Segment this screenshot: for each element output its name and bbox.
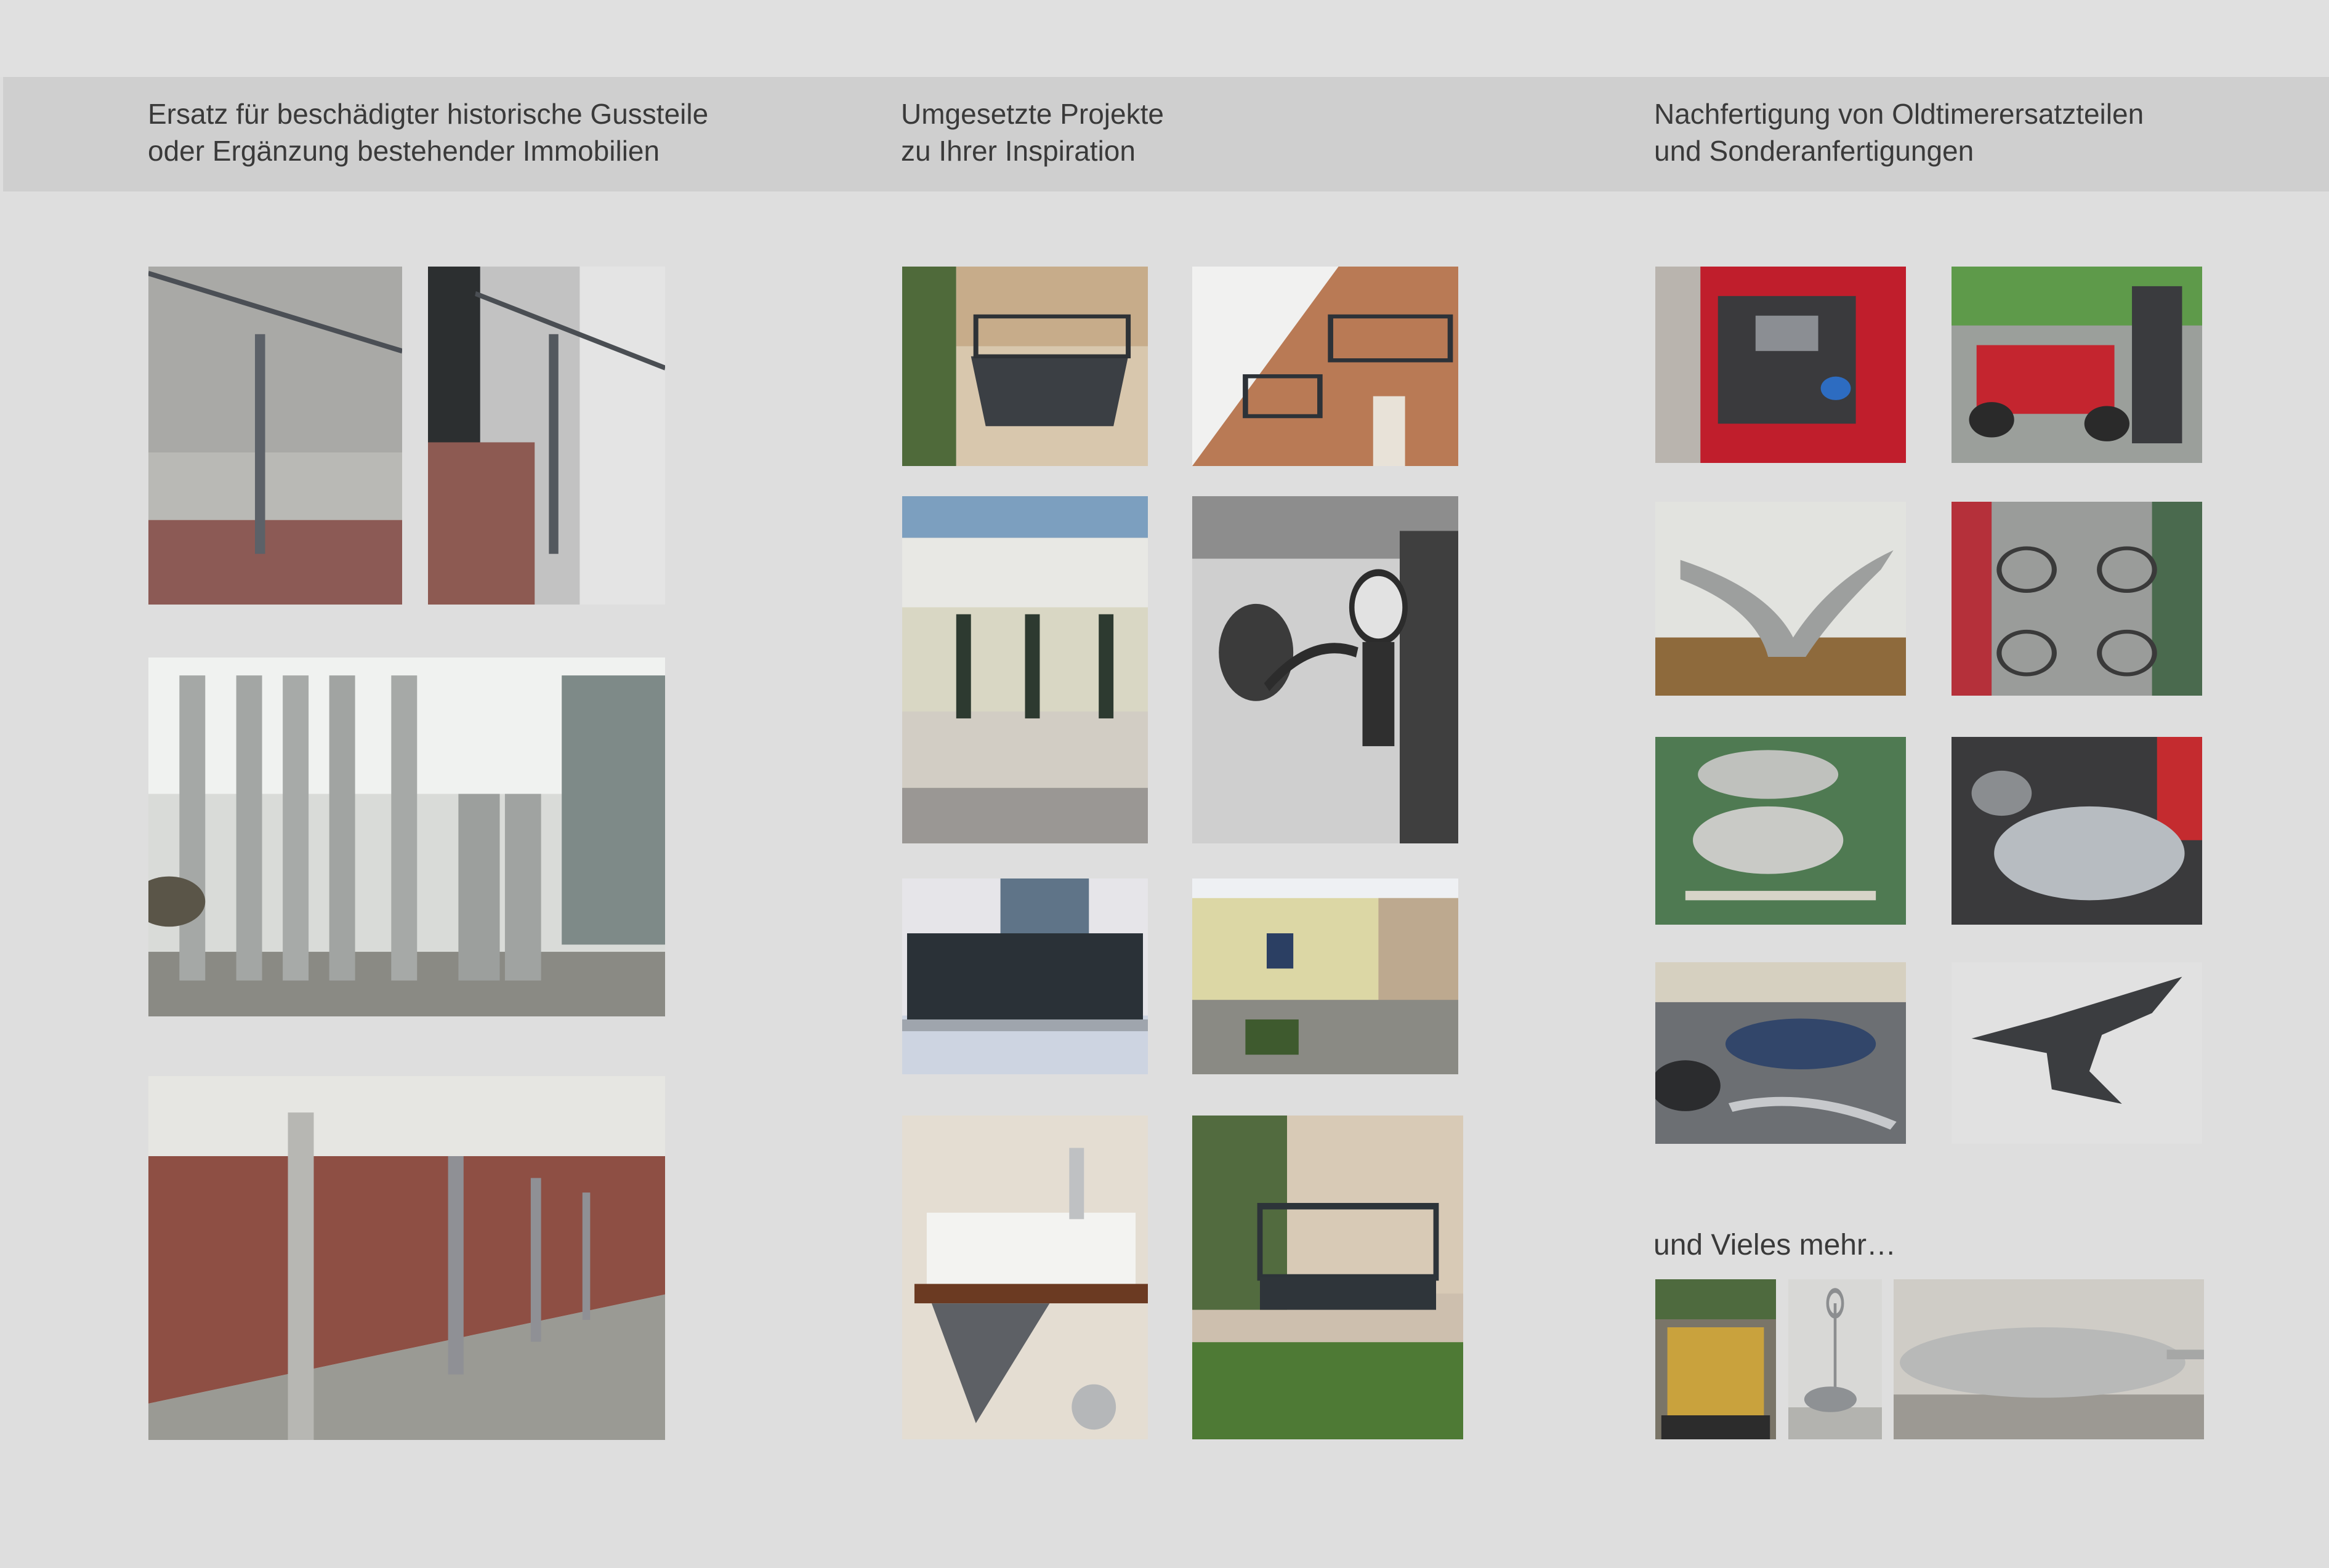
photo-stair-railing [148,267,402,605]
heading-line-1: Ersatz für beschädigter historische Guss… [148,98,709,130]
photo-tree-facade-balcony [1192,1116,1463,1439]
photo-cast-part-bench [1655,502,1906,696]
photo-mopeds-workshop [1952,502,2202,696]
photo-corner-balcony [902,267,1148,466]
photo-station-platform [148,1076,665,1440]
column-heading-projects: Umgesetzte Projekte zu Ihrer Inspiration [901,95,1164,169]
photo-motorcycle-engine-cover [1952,737,2202,925]
heading-line-1: Umgesetzte Projekte [901,98,1164,130]
heading-line-2: und Sonderanfertigungen [1654,135,1974,167]
photo-engine-bay [1655,267,1906,463]
photo-brick-villa-balconies [1192,267,1458,466]
top-strip [0,0,2329,77]
photo-wall-lantern [1192,496,1458,843]
photo-entrance-stairs [428,267,665,605]
column-heading-oldtimer: Nachfertigung von Oldtimerersatzteilen u… [1654,95,2144,169]
photo-sink-bracket [902,1116,1148,1439]
photo-street-facade [1192,878,1458,1074]
photo-casting-pattern-board [1655,737,1906,925]
photo-red-oldtimer-car [1952,267,2202,463]
photo-cast-columns-workshop [148,657,665,1016]
photo-motorcycle-tank [1655,962,1906,1144]
more-items-label: und Vieles mehr… [1653,1229,1896,1261]
photo-card-holder [1788,1279,1882,1439]
photo-golden-figures [1655,1279,1776,1439]
photo-window-balcony [902,878,1148,1074]
heading-line-1: Nachfertigung von Oldtimerersatzteilen [1654,98,2144,130]
column-heading-restoration: Ersatz für beschädigter historische Guss… [148,95,708,169]
heading-line-2: oder Ergänzung bestehender Immobilien [148,135,660,167]
photo-eagle-hood-ornament [1952,962,2202,1144]
heading-line-2: zu Ihrer Inspiration [901,135,1136,167]
photo-veranda-villa [902,496,1148,843]
photo-engraved-name-dish [1894,1279,2204,1439]
